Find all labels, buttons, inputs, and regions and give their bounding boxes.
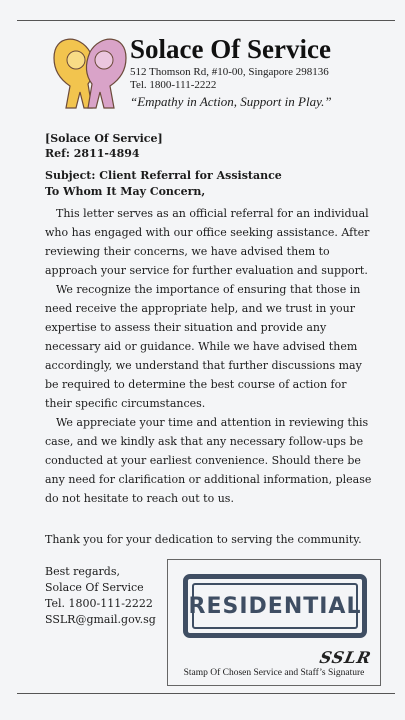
bottom-divider [17,693,395,694]
organization-logo [53,38,127,109]
staff-signature: SSLR [317,648,374,667]
reference-block: [Solace Of Service] Ref: 2811-4894 [45,131,375,161]
reference-number: Ref: 2811-4894 [45,147,140,160]
organization-address: 512 Thomson Rd, #10-00, Singapore 298136 [130,66,329,78]
stamp-text: RESIDENTIAL [188,593,362,619]
body-paragraph-2: We recognize the importance of ensuring … [45,283,362,410]
stamp-signature-box: RESIDENTIAL SSLR Stamp Of Chosen Service… [167,559,381,686]
letter-body: This letter serves as an official referr… [45,204,375,508]
organization-tagline: “Empathy in Action, Support in Play.” [130,94,332,109]
closing-regards: Best regards, [45,565,120,578]
top-divider [17,20,395,21]
subject-line: Subject: Client Referral for Assistance [45,169,282,182]
thanks-line: Thank you for your dedication to serving… [45,533,362,546]
organization-phone: Tel. 1800-111-2222 [130,79,217,91]
letterhead: Solace Of Service 512 Thomson Rd, #10-00… [50,30,390,112]
salutation: To Whom It May Concern, [45,185,206,198]
organization-name: Solace Of Service [130,34,331,64]
service-stamp: RESIDENTIAL [183,574,367,638]
closing-block: Best regards, Solace Of Service Tel. 180… [45,564,156,628]
stamp-caption: Stamp Of Chosen Service and Staff’s Sign… [183,668,365,678]
closing-phone: Tel. 1800-111-2222 [45,597,153,610]
body-paragraph-3: We appreciate your time and attention in… [45,416,372,505]
closing-org: Solace Of Service [45,581,144,594]
sender-line: [Solace Of Service] [45,132,163,145]
body-paragraph-1: This letter serves as an official referr… [45,207,370,277]
subject-block: Subject: Client Referral for Assistance … [45,168,375,200]
closing-email: SSLR@gmail.gov.sg [45,613,156,626]
